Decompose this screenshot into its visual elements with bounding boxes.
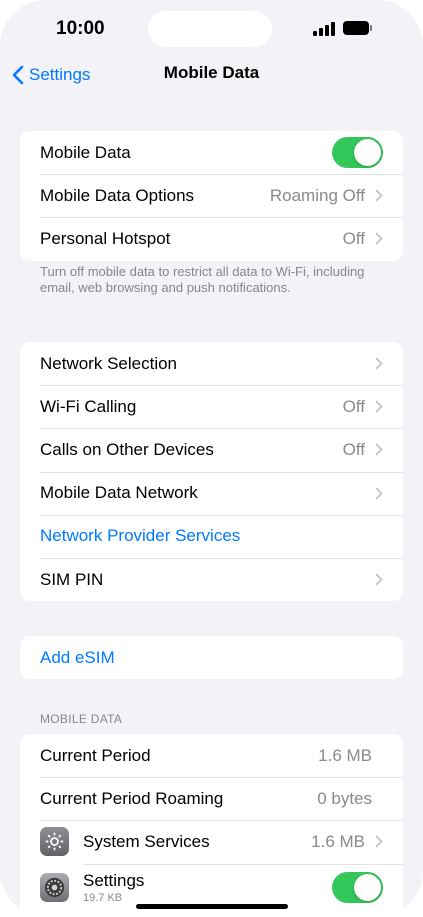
current-period-value: 1.6 MB: [318, 745, 372, 765]
system-services-value: 1.6 MB: [311, 831, 365, 851]
mobile-data-options-row[interactable]: Mobile Data Options Roaming Off: [20, 174, 403, 217]
network-group: Network Selection Wi-Fi Calling Off Call…: [20, 342, 403, 602]
chevron-right-icon: [375, 487, 383, 500]
add-esim-button[interactable]: Add eSIM: [40, 648, 383, 668]
phone-screen: 10:00 Settings Mobile Data Mobile Data M…: [0, 0, 423, 917]
sim-pin-label: SIM PIN: [40, 569, 104, 589]
wifi-calling-value: Off: [342, 396, 365, 416]
mobile-data-toggle[interactable]: [332, 137, 383, 169]
usage-group: Current Period 1.6 MB Current Period Roa…: [20, 734, 403, 917]
dynamic-island: [148, 11, 272, 47]
battery-cap-icon: [370, 25, 372, 31]
chevron-right-icon: [375, 189, 383, 202]
current-period-roaming-value: 0 bytes: [317, 788, 372, 808]
status-time: 10:00: [56, 18, 105, 39]
network-selection-row[interactable]: Network Selection: [20, 342, 403, 385]
network-provider-services-row[interactable]: Network Provider Services: [20, 514, 403, 558]
mobile-data-label: Mobile Data: [40, 142, 131, 162]
personal-hotspot-value: Off: [342, 228, 365, 248]
mobile-data-row: Mobile Data: [20, 131, 403, 174]
sim-pin-row[interactable]: SIM PIN: [20, 557, 403, 601]
chevron-right-icon: [375, 233, 383, 245]
mobile-data-network-row[interactable]: Mobile Data Network: [20, 471, 403, 515]
calls-other-devices-label: Calls on Other Devices: [40, 439, 214, 459]
chevron-right-icon: [375, 836, 383, 848]
mobile-data-footer-note: Turn off mobile data to restrict all dat…: [40, 264, 365, 295]
network-selection-label: Network Selection: [40, 353, 178, 373]
calls-other-devices-value: Off: [342, 439, 365, 459]
settings-app-label: Settings: [83, 871, 145, 891]
mobile-data-options-label: Mobile Data Options: [40, 185, 195, 205]
mobile-data-section-header: MOBILE DATA: [40, 712, 123, 726]
chevron-right-icon: [375, 400, 383, 413]
current-period-label: Current Period: [40, 745, 151, 765]
network-provider-services-link[interactable]: Network Provider Services: [40, 526, 383, 546]
page-title: Mobile Data: [163, 63, 260, 82]
home-indicator: [136, 904, 288, 909]
current-period-roaming-label: Current Period Roaming: [40, 788, 224, 808]
wifi-calling-label: Wi-Fi Calling: [40, 396, 137, 416]
chevron-right-icon: [375, 357, 383, 370]
personal-hotspot-label: Personal Hotspot: [40, 228, 171, 248]
calls-other-devices-row[interactable]: Calls on Other Devices Off: [20, 428, 403, 471]
settings-gear-icon: [40, 873, 69, 903]
battery-icon: [343, 21, 369, 35]
mobile-data-group: Mobile Data Mobile Data Options Roaming …: [20, 131, 403, 261]
mobile-data-network-label: Mobile Data Network: [40, 483, 198, 503]
current-period-row: Current Period 1.6 MB: [20, 734, 403, 777]
settings-app-size: 19.7 KB: [83, 892, 123, 905]
chevron-right-icon: [375, 444, 383, 456]
wifi-calling-row[interactable]: Wi-Fi Calling Off: [20, 385, 403, 428]
chevron-right-icon: [375, 573, 383, 586]
system-services-row[interactable]: System Services 1.6 MB: [20, 820, 403, 863]
mobile-data-options-value: Roaming Off: [269, 185, 365, 205]
current-period-roaming-row: Current Period Roaming 0 bytes: [20, 777, 403, 820]
system-services-gear-icon: [40, 827, 69, 857]
signal-icon: [313, 22, 337, 36]
system-services-label: System Services: [83, 831, 210, 851]
esim-group: Add eSIM: [20, 636, 403, 680]
add-esim-row[interactable]: Add eSIM: [20, 636, 403, 679]
settings-app-text: Settings 19.7 KB: [83, 871, 332, 904]
settings-app-toggle[interactable]: [332, 872, 383, 904]
personal-hotspot-row[interactable]: Personal Hotspot Off: [20, 217, 403, 260]
